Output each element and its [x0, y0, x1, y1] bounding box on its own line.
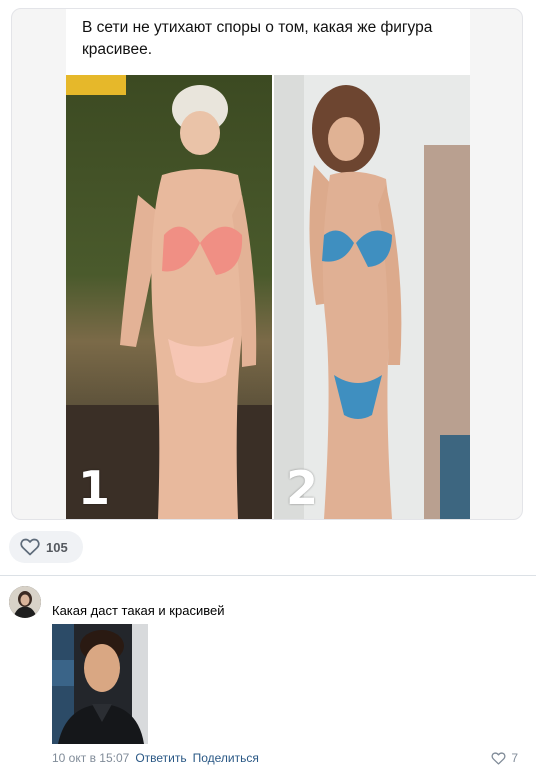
- comment-like-count: 7: [511, 751, 518, 765]
- comment-time[interactable]: 10 окт в 15:07: [52, 751, 129, 765]
- meme-image[interactable]: В сети не утихают споры о том, какая же …: [66, 9, 470, 519]
- comment-meta: 10 окт в 15:07 Ответить Поделиться: [52, 751, 259, 765]
- post-card: В сети не утихают споры о том, какая же …: [11, 8, 523, 520]
- photo-left-number: 1: [78, 461, 110, 515]
- photo-right-number: 2: [286, 461, 318, 515]
- photo-right: 2: [274, 75, 470, 519]
- post-like-button[interactable]: 105: [9, 531, 83, 563]
- comment-avatar[interactable]: [9, 586, 41, 618]
- post-like-count: 105: [46, 539, 68, 555]
- divider: [0, 575, 536, 576]
- comment-photo[interactable]: [52, 624, 148, 744]
- comment-text: Какая даст такая и красивей: [52, 603, 225, 618]
- share-link[interactable]: Поделиться: [193, 751, 259, 765]
- reply-link[interactable]: Ответить: [135, 751, 186, 765]
- comment-like-button[interactable]: 7: [491, 751, 518, 765]
- meme-caption: В сети не утихают споры о том, какая же …: [82, 19, 433, 58]
- heart-outline-icon: [491, 751, 506, 765]
- photo-left: 1: [66, 75, 272, 519]
- heart-outline-icon: [20, 538, 40, 556]
